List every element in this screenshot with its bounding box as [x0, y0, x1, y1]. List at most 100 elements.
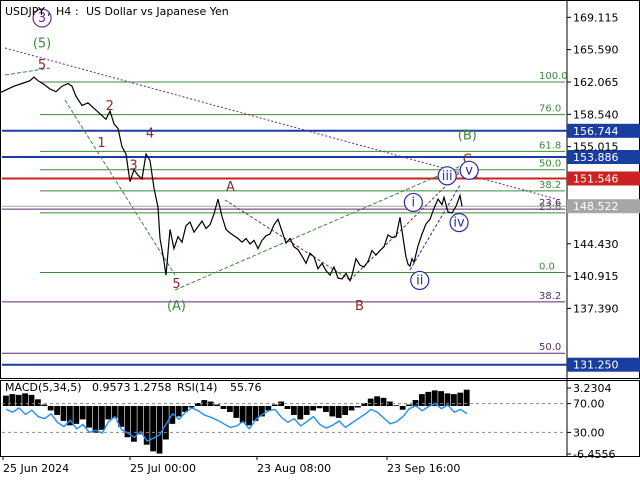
level-price-label-10: 156.744 [573, 125, 619, 138]
chart-area: 100.0 76.0 61.8 50.0 38.2 23.6 0.0 23.6 38.2 50.0… [0, 0, 640, 480]
macd-bar-45 [291, 406, 297, 415]
wave-label-4: 1 [97, 136, 105, 151]
macd-bar-55 [355, 406, 361, 408]
macd-bar-5 [35, 399, 41, 407]
macd-bar-51 [329, 406, 336, 417]
macd-bar-7 [47, 406, 54, 411]
macd-bar-58 [374, 396, 380, 407]
macd-bar-34 [220, 406, 227, 409]
fib-level-label-3: 50.0 [539, 159, 561, 170]
macd-bar-46 [297, 406, 304, 420]
wave-label-9: (A) [167, 299, 186, 314]
macd-bar-44 [284, 406, 291, 409]
level-price-label-13: 148.522 [573, 200, 619, 213]
macd-bar-57 [367, 398, 374, 407]
wave-label-11: (B) [458, 128, 477, 143]
macd-bar-65 [419, 394, 425, 407]
macd-bar-27 [175, 406, 182, 417]
fib-level-label-0: 100.0 [539, 71, 568, 82]
macd-value: 0.9573 [92, 381, 131, 394]
x-tick-label-3: 23 Sep 16:00 [387, 462, 460, 475]
macd-bar-6 [41, 404, 48, 407]
macd-bar-49 [316, 406, 323, 409]
wave-label-2: 5 [38, 58, 46, 73]
x-tick-label-2: 23 Aug 08:00 [257, 462, 331, 475]
y-tick-label-4: 155.015 [573, 141, 619, 154]
ind-tick-label-3: -6.4556 [573, 448, 615, 461]
wave-label-6: 3 [129, 159, 137, 174]
macd-bar-64 [412, 400, 419, 407]
macd-bar-36 [233, 406, 240, 418]
y-tick-label-1: 165.590 [573, 44, 619, 57]
y-tick-label-3: 158.540 [573, 108, 619, 121]
macd-bar-69 [444, 393, 451, 407]
macd-bar-53 [342, 406, 348, 415]
fib-level-label-8: 38.2 [539, 291, 561, 302]
fib-level-label-9: 50.0 [539, 342, 561, 353]
ind-tick-label-1: 70.00 [573, 398, 605, 411]
macd-bar-42 [271, 404, 278, 407]
macd-bar-38 [246, 406, 252, 426]
macd-bar-70 [451, 394, 457, 407]
macd-bar-37 [239, 406, 246, 423]
macd-bar-35 [227, 406, 233, 412]
ind-tick-label-0: 3.2304 [573, 382, 612, 395]
macd-bar-31 [201, 400, 208, 407]
wave-label-17: v [465, 163, 473, 178]
macd-bar-11 [73, 406, 80, 424]
fib-level-label-6: 0.0 [539, 261, 555, 272]
macd-bar-14 [92, 406, 99, 433]
fib-level-label-4: 38.2 [539, 180, 561, 191]
timeframe-text: H4 [56, 5, 71, 18]
symbol-text: USDJPY [5, 5, 45, 18]
header-colon: : [75, 5, 79, 18]
macd-name: MACD(5,34,5) [5, 381, 82, 394]
macd-bar-21 [137, 406, 144, 435]
macd-bar-4 [28, 394, 35, 407]
wave-label-14: ii [416, 273, 423, 288]
macd-bar-25 [163, 406, 169, 440]
macd-bar-9 [60, 406, 67, 421]
macd-bar-22 [143, 406, 150, 445]
wave-label-5: 4 [146, 127, 154, 142]
y-tick-label-2: 162.065 [573, 76, 619, 89]
description-text: US Dollar vs Japanese Yen [86, 5, 229, 18]
chart-svg: 100.076.061.850.038.223.60.023.638.250.0… [0, 0, 640, 480]
level-price-label-12: 151.546 [573, 172, 619, 185]
wave-label-10: B [355, 299, 364, 314]
rsi-value: 55.76 [230, 381, 262, 394]
macd-bar-63 [406, 404, 412, 407]
wave-label-15: iii [442, 169, 453, 184]
macd-bar-48 [310, 406, 316, 411]
macd-bar-13 [86, 406, 92, 428]
wave-label-16: iv [453, 216, 465, 231]
macd-bar-54 [348, 406, 355, 411]
macd-bar-3 [22, 393, 28, 407]
macd-bar-33 [214, 404, 220, 407]
y-tick-label-9: 137.390 [573, 302, 619, 315]
macd-bar-47 [303, 406, 310, 415]
macd-bar-61 [393, 405, 400, 407]
wave-label-8: 5 [172, 277, 180, 292]
wave-label-13: i [412, 195, 416, 210]
fib-level-label-2: 61.8 [539, 140, 561, 151]
macd-bar-2 [15, 394, 22, 407]
ind-tick-label-2: 30.00 [573, 426, 605, 439]
y-tick-label-0: 169.115 [573, 11, 619, 24]
macd-bar-0 [3, 395, 9, 407]
macd-bar-24 [156, 406, 163, 454]
macd-bar-12 [79, 406, 86, 420]
y-tick-label-7: 144.430 [573, 238, 619, 251]
macd-bar-16 [105, 406, 112, 420]
level-price-label-14: 131.250 [573, 359, 619, 372]
macd-bar-50 [323, 406, 329, 412]
x-tick-label-0: 25 Jun 2024 [3, 462, 69, 475]
y-tick-label-8: 140.915 [573, 270, 619, 283]
macd-bar-59 [380, 397, 387, 407]
macd-signal-value: 1.2758 [133, 381, 172, 394]
fib-level-label-1: 76.0 [539, 104, 561, 115]
header-separator: , [47, 5, 51, 18]
wave-label-1: (5) [33, 37, 51, 52]
macd-bar-23 [150, 406, 156, 452]
macd-bar-1 [9, 394, 16, 407]
